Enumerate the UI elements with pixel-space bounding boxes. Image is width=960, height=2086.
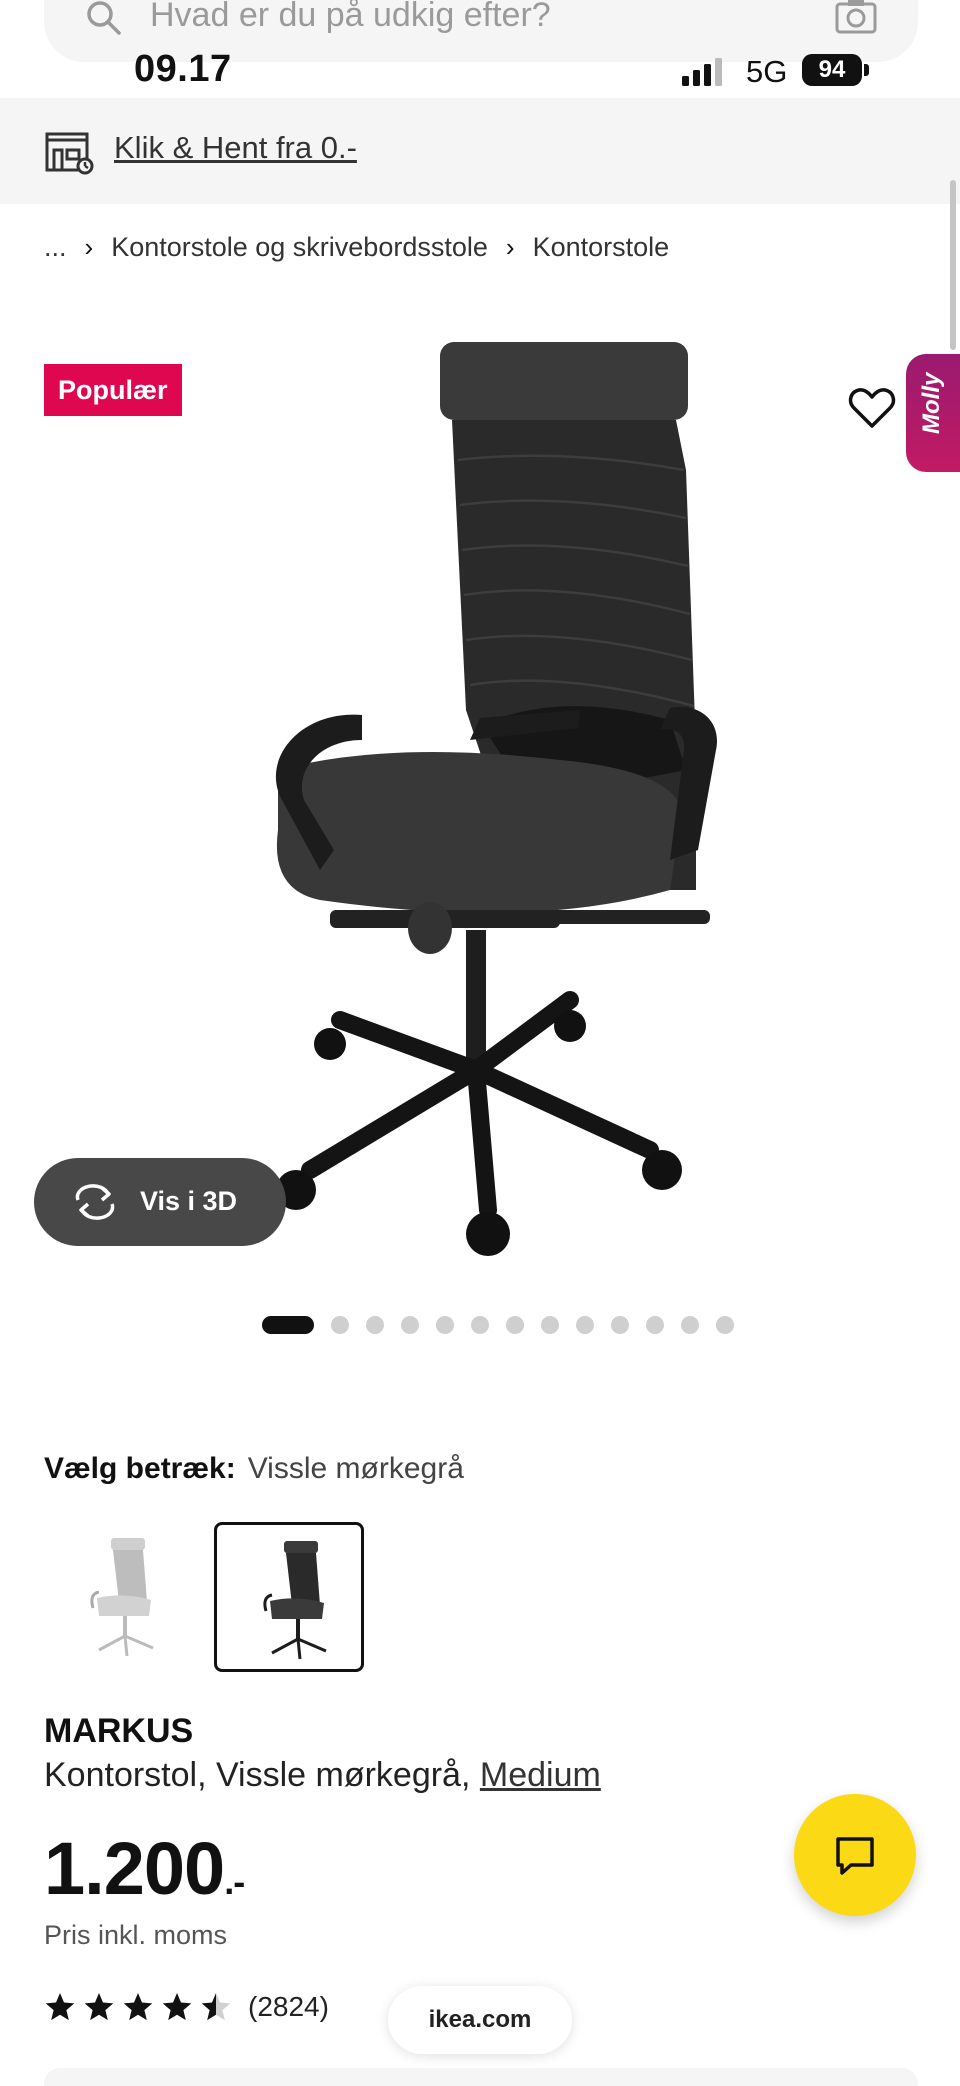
variant-swatch-light-grey[interactable] — [44, 1522, 194, 1672]
browser-url-pill[interactable]: ikea.com — [388, 1986, 572, 2054]
carousel-dot[interactable] — [541, 1316, 559, 1334]
carousel-dot[interactable] — [436, 1316, 454, 1334]
molly-label: Molly — [918, 372, 945, 434]
variant-label: Vælg betræk: — [44, 1452, 236, 1485]
scrollbar[interactable] — [950, 180, 956, 350]
carousel-dot[interactable] — [646, 1316, 664, 1334]
carousel-dot[interactable] — [716, 1316, 734, 1334]
carousel-dot[interactable] — [681, 1316, 699, 1334]
battery-icon: 94 — [802, 54, 862, 86]
product-name: MARKUS — [44, 1712, 194, 1750]
click-collect-link[interactable]: Klik & Hent fra 0.- — [114, 130, 357, 166]
breadcrumb: ... › Kontorstole og skrivebordsstole › … — [44, 232, 669, 263]
product-page: Hvad er du på udkig efter? 09.17 5G 94 K… — [0, 0, 960, 2086]
status-time: 09.17 — [134, 48, 232, 90]
breadcrumb-item-office-chairs[interactable]: Kontorstole — [533, 232, 670, 263]
chat-icon — [836, 1837, 874, 1875]
rating-stars-icon — [45, 1993, 230, 2021]
variant-swatch-dark-grey[interactable] — [214, 1522, 364, 1672]
camera-icon[interactable] — [834, 0, 878, 36]
star-icon — [123, 1993, 153, 2021]
carousel-dot[interactable] — [506, 1316, 524, 1334]
product-image-office-chair[interactable] — [230, 330, 720, 1270]
chair-thumbnail-light — [90, 1538, 154, 1657]
chat-button[interactable] — [794, 1794, 916, 1916]
variant-value: Vissle mørkegrå — [247, 1452, 464, 1485]
size-link[interactable]: Medium — [480, 1756, 601, 1794]
molly-assistant-tab[interactable]: Molly — [906, 354, 960, 472]
breadcrumb-ellipsis[interactable]: ... — [44, 232, 67, 263]
product-price: 1.200.- — [44, 1826, 245, 1911]
network-label: 5G — [746, 54, 788, 89]
carousel-dot[interactable] — [262, 1316, 314, 1334]
star-icon — [162, 1993, 192, 2021]
product-description: Kontorstol, Vissle mørkegrå, Medium — [44, 1756, 601, 1795]
battery-tip — [864, 64, 869, 76]
rotate-3d-icon — [75, 1184, 115, 1220]
bottom-card — [44, 2068, 918, 2086]
click-collect-banner[interactable]: Klik & Hent fra 0.- — [0, 98, 960, 204]
carousel-dots[interactable] — [262, 1316, 751, 1334]
product-description-text: Kontorstol, Vissle mørkegrå, — [44, 1756, 471, 1794]
heart-icon[interactable] — [848, 386, 896, 430]
breadcrumb-item-office-chairs-desks[interactable]: Kontorstole og skrivebordsstole — [111, 232, 488, 263]
chair-thumbnail-dark — [263, 1541, 327, 1660]
carousel-dot[interactable] — [471, 1316, 489, 1334]
carousel-dot[interactable] — [366, 1316, 384, 1334]
search-placeholder: Hvad er du på udkig efter? — [150, 0, 551, 34]
view-in-3d-label: Vis i 3D — [140, 1186, 238, 1216]
star-icon — [201, 1993, 230, 2021]
carousel-dot[interactable] — [611, 1316, 629, 1334]
price-note: Pris inkl. moms — [44, 1920, 228, 1950]
view-in-3d-button[interactable]: Vis i 3D — [34, 1158, 286, 1246]
rating[interactable]: (2824) — [44, 1990, 329, 2024]
popular-badge: Populær — [44, 364, 182, 416]
chevron-right-icon: › — [505, 232, 515, 262]
star-icon — [84, 1993, 114, 2021]
carousel-dot[interactable] — [331, 1316, 349, 1334]
store-icon — [45, 132, 94, 175]
star-icon — [45, 1993, 75, 2021]
price-suffix: .- — [224, 1861, 245, 1902]
carousel-dot[interactable] — [576, 1316, 594, 1334]
variant-heading: Vælg betræk: Vissle mørkegrå — [44, 1452, 464, 1486]
chevron-right-icon: › — [84, 232, 94, 262]
search-icon — [87, 1, 121, 35]
price-main: 1.200 — [44, 1827, 225, 1910]
review-count[interactable]: (2824) — [248, 1991, 329, 2023]
signal-icon — [682, 58, 722, 86]
carousel-dot[interactable] — [401, 1316, 419, 1334]
